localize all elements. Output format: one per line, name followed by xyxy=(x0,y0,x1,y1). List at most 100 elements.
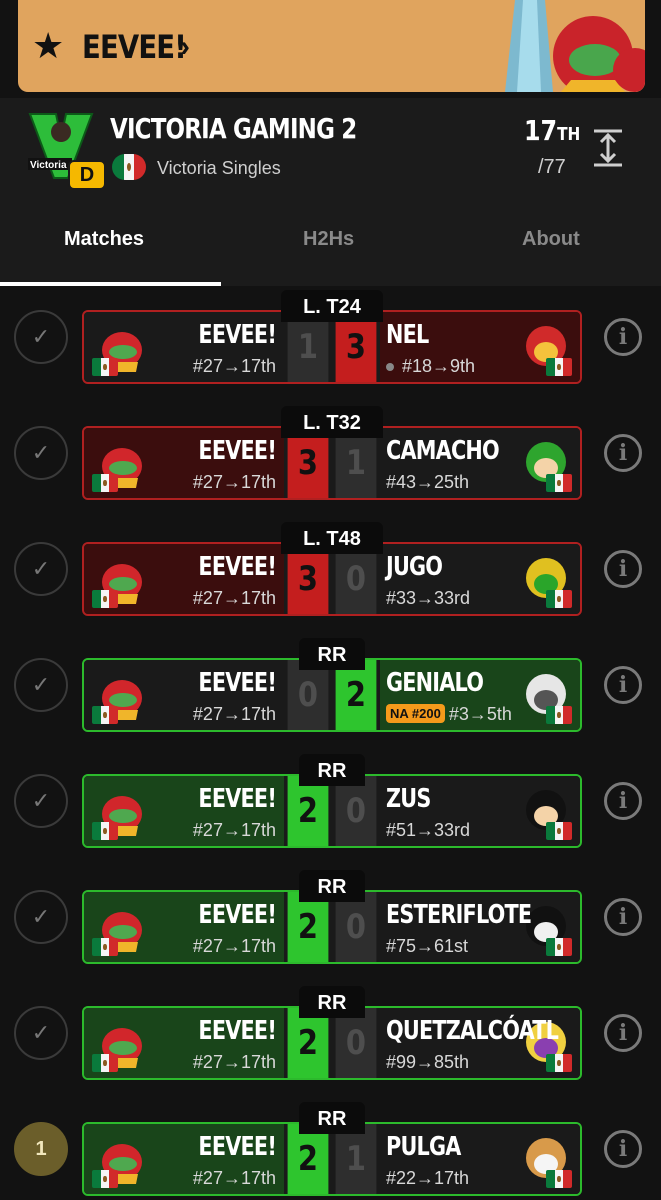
round-label: L. T48 xyxy=(281,522,383,554)
match-row[interactable]: ✓ EEVEE! #27→17th 3 0 JUGO #33→33rd L. T48 i xyxy=(0,522,661,638)
round-label: RR xyxy=(299,638,365,670)
right-seed-text: #43→25th xyxy=(386,472,470,492)
completed-check-icon[interactable]: ✓ xyxy=(14,426,68,480)
info-icon[interactable]: i xyxy=(604,898,642,936)
right-seed-text: #99→85th xyxy=(386,1052,470,1072)
tab-about[interactable]: About xyxy=(522,228,580,251)
left-score: 2 xyxy=(287,776,329,846)
right-seed-text: #3→5th xyxy=(448,704,512,724)
completed-check-icon[interactable]: ✓ xyxy=(14,542,68,596)
right-score: 0 xyxy=(335,892,377,962)
mexico-flag-icon xyxy=(546,822,572,840)
banner-player-name: EEVEE! xyxy=(82,28,187,66)
info-icon[interactable]: i xyxy=(604,318,642,356)
left-player-seed: #27→17th xyxy=(192,704,276,724)
right-score: 0 xyxy=(335,544,377,614)
right-score: 0 xyxy=(335,776,377,846)
right-player-seed: #18→9th xyxy=(386,356,475,377)
mexico-flag-icon xyxy=(546,938,572,956)
round-label: RR xyxy=(299,870,365,902)
mexico-flag-icon xyxy=(92,358,118,376)
round-label: L. T24 xyxy=(281,290,383,322)
left-player-name: EEVEE! xyxy=(198,784,276,814)
left-score: 3 xyxy=(287,428,329,498)
player-banner[interactable]: ★ EEVEE! › xyxy=(18,0,645,92)
right-seed-text: #33→33rd xyxy=(386,588,471,608)
completed-check-icon[interactable]: ✓ xyxy=(14,890,68,944)
left-score: 1 xyxy=(287,312,329,382)
right-player-name: NEL xyxy=(386,320,429,350)
right-seed-text: #22→17th xyxy=(386,1168,470,1188)
info-icon[interactable]: i xyxy=(604,550,642,588)
right-player-seed: #75→61st xyxy=(386,936,468,957)
completed-check-icon[interactable]: ✓ xyxy=(14,1006,68,1060)
mexico-flag-icon xyxy=(92,1054,118,1072)
round-label: L. T32 xyxy=(281,406,383,438)
team-header: Victoria D VICTORIA GAMING 2 Victoria Si… xyxy=(0,98,661,286)
left-player: EEVEE! #27→17th xyxy=(84,776,284,846)
info-icon[interactable]: i xyxy=(604,1130,642,1168)
right-seed-text: #18→9th xyxy=(402,356,476,376)
match-row[interactable]: ✓ EEVEE! #27→17th 2 0 QUETZALCÓATL #99→85th RR i xyxy=(0,986,661,1102)
mexico-flag-icon xyxy=(546,590,572,608)
placement-number: 17 xyxy=(524,114,558,147)
completed-check-icon[interactable]: ✓ xyxy=(14,310,68,364)
right-player-name: JUGO xyxy=(386,552,443,582)
active-tab-indicator xyxy=(0,282,221,286)
svg-text:Victoria: Victoria xyxy=(30,160,67,171)
left-player-name: EEVEE! xyxy=(198,436,276,466)
chevron-right-icon: › xyxy=(180,30,190,63)
left-player-seed: #27→17th xyxy=(192,1168,276,1188)
info-icon[interactable]: i xyxy=(604,1014,642,1052)
match-row[interactable]: ✓ EEVEE! #27→17th 2 0 ZUS #51→33rd RR i xyxy=(0,754,661,870)
right-player-seed: #99→85th xyxy=(386,1052,469,1073)
info-icon[interactable]: i xyxy=(604,782,642,820)
status-dot xyxy=(386,363,394,372)
match-row[interactable]: ✓ EEVEE! #27→17th 1 3 NEL #18→9th L. T24 i xyxy=(0,290,661,406)
right-player-name: ZUS xyxy=(386,784,431,814)
right-player-name: QUETZALCÓATL xyxy=(386,1016,559,1046)
completed-check-icon[interactable]: ✓ xyxy=(14,658,68,712)
tab-matches[interactable]: Matches xyxy=(64,228,144,251)
right-seed-text: #51→33rd xyxy=(386,820,471,840)
samus-art xyxy=(475,0,645,92)
info-icon[interactable]: i xyxy=(604,666,642,704)
right-player: JUGO #33→33rd xyxy=(380,544,580,614)
left-player: EEVEE! #27→17th xyxy=(84,544,284,614)
match-row[interactable]: ✓ EEVEE! #27→17th 0 2 GENIALO NA #200 #3→5th RR i xyxy=(0,638,661,754)
match-row[interactable]: ✓ EEVEE! #27→17th 2 0 ESTERIFLOTE #75→61st RR i xyxy=(0,870,661,986)
right-player-seed: #43→25th xyxy=(386,472,469,493)
left-player-name: EEVEE! xyxy=(198,320,276,350)
left-player-seed: #27→17th xyxy=(192,1052,276,1072)
left-player-seed: #27→17th xyxy=(192,356,276,376)
right-player-seed: #33→33rd xyxy=(386,588,470,609)
left-player-seed: #27→17th xyxy=(192,588,276,608)
info-icon[interactable]: i xyxy=(604,434,642,472)
completed-check-icon[interactable]: ✓ xyxy=(14,774,68,828)
tab-h2hs[interactable]: H2Hs xyxy=(303,228,354,251)
left-player-name: EEVEE! xyxy=(198,1132,276,1162)
left-player: EEVEE! #27→17th xyxy=(84,660,284,730)
right-score: 3 xyxy=(335,312,377,382)
round-label: RR xyxy=(299,754,365,786)
placement: 17TH xyxy=(524,114,580,147)
right-player-name: ESTERIFLOTE xyxy=(386,900,532,930)
right-player-name: GENIALO xyxy=(386,668,484,698)
right-score: 1 xyxy=(335,428,377,498)
tab-bar: Matches H2Hs About xyxy=(0,220,661,286)
match-number-badge[interactable]: 1 xyxy=(14,1122,68,1176)
placement-suffix: TH xyxy=(557,124,581,145)
left-score: 0 xyxy=(287,660,329,730)
mexico-flag-icon xyxy=(92,590,118,608)
mexico-flag-icon xyxy=(546,358,572,376)
expand-vertical-icon[interactable] xyxy=(590,128,626,168)
mexico-flag-icon xyxy=(546,1170,572,1188)
right-player-seed: #51→33rd xyxy=(386,820,470,841)
left-player-name: EEVEE! xyxy=(198,668,276,698)
left-player: EEVEE! #27→17th xyxy=(84,312,284,382)
right-score: 0 xyxy=(335,1008,377,1078)
mexico-flag-icon xyxy=(546,1054,572,1072)
match-row[interactable]: ✓ EEVEE! #27→17th 3 1 CAMACHO #43→25th L. T32 i xyxy=(0,406,661,522)
left-player-seed: #27→17th xyxy=(192,472,276,492)
match-row[interactable]: 1 EEVEE! #27→17th 2 1 PULGA #22→17th RR i xyxy=(0,1102,661,1200)
